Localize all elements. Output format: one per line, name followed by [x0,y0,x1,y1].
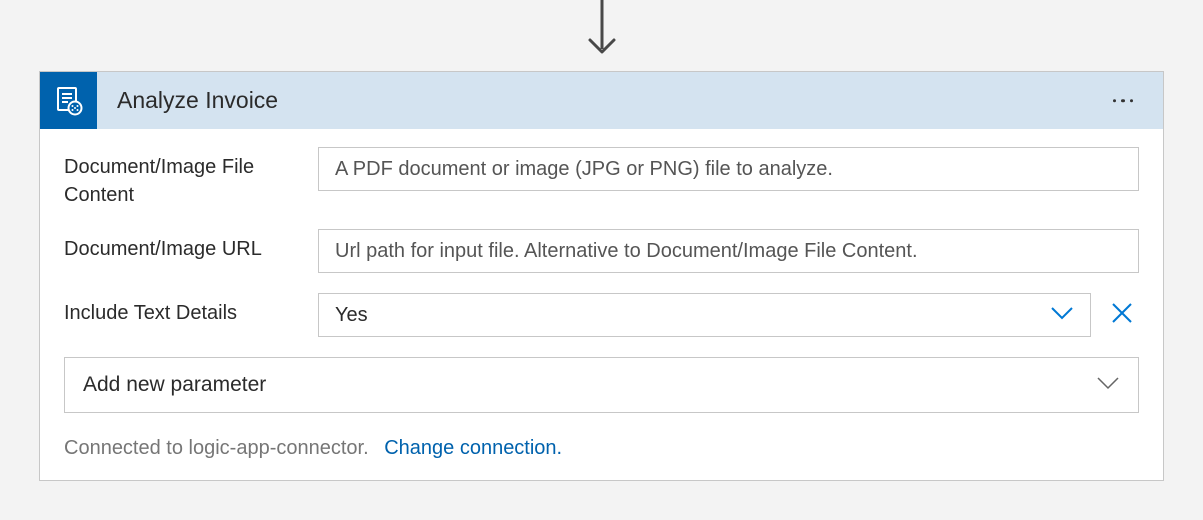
field-label-url: Document/Image URL [64,229,318,263]
card-header[interactable]: Analyze Invoice [40,72,1163,129]
card-menu-button[interactable] [1105,91,1142,111]
add-parameter-label: Add new parameter [83,373,266,397]
flow-connector-arrow [587,0,617,60]
document-recognizer-icon [53,85,85,117]
select-value: Yes [335,304,368,327]
include-text-details-select[interactable]: Yes [318,293,1091,337]
action-card: Analyze Invoice Document/Image File Cont… [39,71,1164,481]
file-content-input[interactable] [318,147,1139,191]
arrow-down-icon [587,0,617,60]
field-label-include-text-details: Include Text Details [64,293,318,327]
connector-icon-box [40,72,97,129]
field-label-file-content: Document/Image File Content [64,147,318,209]
url-input[interactable] [318,229,1139,273]
chevron-down-icon [1096,376,1120,395]
close-icon [1111,302,1133,324]
add-parameter-dropdown[interactable]: Add new parameter [64,357,1139,413]
card-body: Document/Image File Content Document/Ima… [40,129,1163,480]
field-row-url: Document/Image URL [64,229,1139,273]
field-row-include-text-details: Include Text Details Yes [64,293,1139,337]
connection-footer: Connected to logic-app-connector. Change… [64,437,1139,460]
field-row-file-content: Document/Image File Content [64,147,1139,209]
ellipsis-icon [1113,99,1117,103]
change-connection-link[interactable]: Change connection. [384,437,562,459]
card-title: Analyze Invoice [117,87,278,114]
connection-status-text: Connected to logic-app-connector. [64,437,369,459]
chevron-down-icon [1050,306,1074,325]
remove-parameter-button[interactable] [1105,296,1139,335]
add-parameter-row: Add new parameter [64,357,1139,413]
